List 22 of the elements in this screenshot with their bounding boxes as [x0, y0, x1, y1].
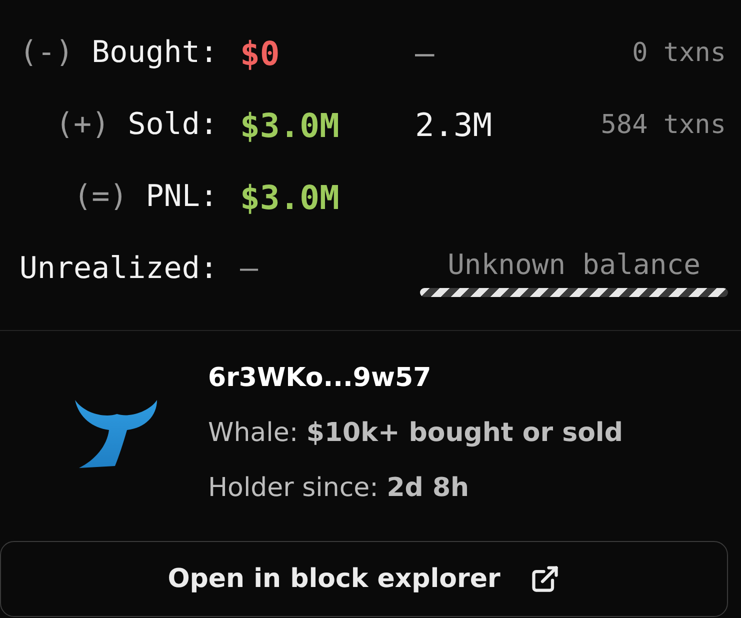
txns-count: 584 txns	[600, 112, 726, 138]
sign-symbol: (-)	[19, 38, 74, 68]
sign-symbol: (+)	[56, 110, 110, 140]
value-text: $3.0M	[240, 180, 340, 214]
txns-count: 0 txns	[632, 40, 726, 66]
value-text: $3.0M	[240, 108, 340, 142]
row-label: PNL:	[146, 182, 218, 212]
open-explorer-button[interactable]: Open in block explorer	[0, 541, 728, 617]
row-label: Unrealized:	[19, 254, 218, 284]
balance-label: Unknown balance	[448, 247, 700, 283]
wallet-info-text: Holder since: 2d 8h	[208, 472, 470, 505]
whale-tail-icon	[75, 400, 157, 468]
amount-text: –	[415, 37, 434, 69]
external-link-icon	[530, 564, 560, 594]
amount-text: 2.3M	[415, 109, 492, 141]
wallet-address: 6r3WKo...9w57	[208, 362, 432, 395]
row-label: Sold:	[128, 110, 218, 140]
wallet-info-text: Whale: $10k+ bought or sold	[208, 417, 623, 450]
sign-symbol: (=)	[74, 182, 128, 212]
row-label: Bought:	[92, 38, 218, 68]
value-text: $0	[240, 36, 280, 70]
value-text: –	[240, 254, 258, 284]
